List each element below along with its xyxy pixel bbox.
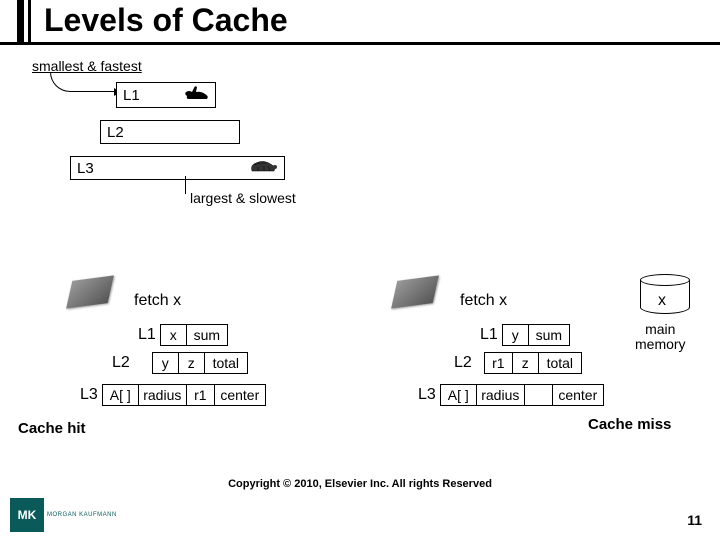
right-l2-cells: r1 z total [484, 352, 582, 374]
l3-hierarchy-box: L3 [70, 156, 285, 180]
arrow-curve-to-l1 [50, 72, 120, 92]
cpu-chip-icon-left [60, 270, 120, 310]
right-l1-row: L1 y sum [480, 324, 570, 346]
left-l1-row: L1 x sum [138, 324, 228, 346]
line-to-largest [185, 176, 187, 194]
right-l1-label: L1 [480, 326, 498, 344]
cache-hit-label: Cache hit [18, 420, 86, 437]
title-underline [0, 42, 720, 45]
turtle-icon [246, 157, 280, 180]
fetch-x-right: fetch x [460, 292, 507, 310]
logo-text: MORGAN KAUFMANN [47, 512, 117, 518]
left-l2-label: L2 [112, 354, 130, 372]
right-l3-row: L3 A[ ] radius center [418, 384, 604, 406]
left-l1-cells: x sum [160, 324, 228, 346]
copyright-text: Copyright © 2010, Elsevier Inc. All righ… [0, 478, 720, 490]
left-l3-cells: A[ ] radius r1 center [102, 384, 266, 406]
logo-mark: MK [10, 498, 44, 532]
title-accent-thick [17, 0, 24, 42]
right-l2-label: L2 [454, 354, 472, 372]
page-title: Levels of Cache [44, 2, 288, 39]
fetch-x-left: fetch x [134, 292, 181, 310]
cache-miss-label: Cache miss [588, 416, 671, 433]
l2-hierarchy-box: L2 [100, 120, 240, 144]
right-l1-cells: y sum [502, 324, 570, 346]
left-l3-label: L3 [80, 386, 98, 404]
left-l2-cells: y z total [152, 352, 248, 374]
cpu-chip-icon-right [385, 270, 445, 310]
right-l3-cells: A[ ] radius center [440, 384, 604, 406]
left-l2-row: L2 y z total [112, 352, 248, 374]
l1-label: L1 [117, 87, 140, 104]
left-l1-label: L1 [138, 326, 156, 344]
publisher-logo: MK MORGAN KAUFMANN [10, 498, 117, 532]
memory-var-x: x [658, 292, 666, 310]
right-l3-label: L3 [418, 386, 436, 404]
title-accent-thin [28, 0, 31, 42]
page-number: 11 [687, 512, 702, 528]
right-l2-row: L2 r1 z total [454, 352, 582, 374]
largest-slowest-label: largest & slowest [190, 190, 296, 206]
l1-hierarchy-box: L1 [116, 82, 216, 108]
rabbit-icon [183, 84, 211, 107]
l3-label: L3 [71, 160, 94, 177]
left-l3-row: L3 A[ ] radius r1 center [80, 384, 266, 406]
main-memory-label: main memory [635, 322, 686, 353]
l2-label: L2 [101, 124, 124, 141]
